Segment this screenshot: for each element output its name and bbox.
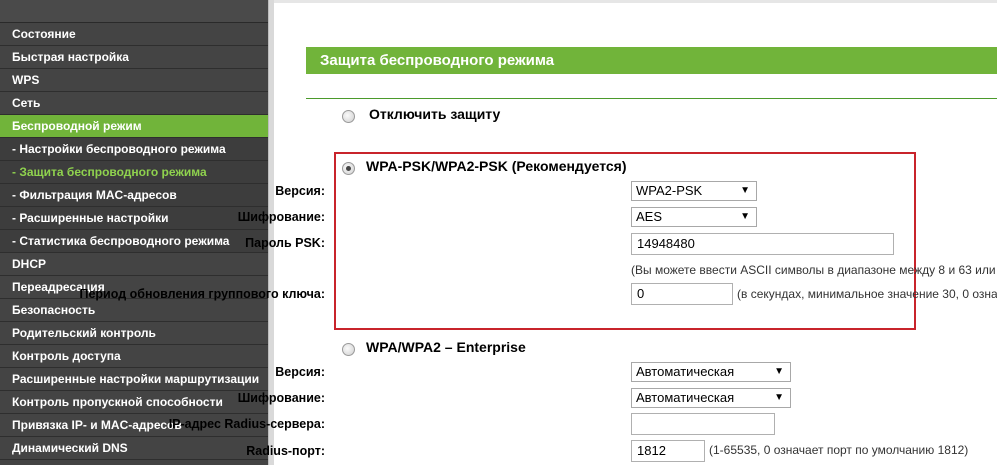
sidebar-item-10[interactable]: DHCP bbox=[0, 253, 268, 276]
sidebar-top-strip bbox=[0, 0, 268, 23]
sidebar-item-3[interactable]: Сеть bbox=[0, 92, 268, 115]
group-key-input[interactable]: 0 bbox=[631, 283, 733, 305]
sidebar-item-12[interactable]: Безопасность bbox=[0, 299, 268, 322]
wpa-psk-version-value: WPA2-PSK bbox=[636, 183, 703, 198]
sidebar-item-6[interactable]: - Защита беспроводного режима bbox=[0, 161, 268, 184]
chevron-down-icon: ▼ bbox=[740, 185, 750, 196]
sidebar-item-15[interactable]: Расширенные настройки маршрутизации bbox=[0, 368, 268, 391]
sidebar-item-18[interactable]: Динамический DNS bbox=[0, 437, 268, 460]
wpa-psk-version-label: Версия: bbox=[275, 184, 325, 198]
sidebar-item-9[interactable]: - Статистика беспроводного режима bbox=[0, 230, 268, 253]
option-label-enterprise: WPA/WPA2 – Enterprise bbox=[366, 339, 526, 355]
enterprise-version-label: Версия: bbox=[275, 365, 325, 379]
radius-port-hint: (1-65535, 0 означает порт по умолчанию 1… bbox=[709, 443, 969, 457]
enterprise-encryption-select[interactable]: Автоматическая ▼ bbox=[631, 388, 791, 408]
option-label-disable: Отключить защиту bbox=[369, 106, 501, 122]
page-title: Защита беспроводного режима bbox=[306, 47, 997, 74]
sidebar-item-0[interactable]: Состояние bbox=[0, 23, 268, 46]
group-key-hint: (в секундах, минимальное значение 30, 0 … bbox=[737, 287, 997, 301]
group-key-label: Период обновления группового ключа: bbox=[79, 287, 325, 301]
radio-wpa-enterprise[interactable] bbox=[342, 343, 355, 356]
enterprise-encryption-value: Автоматическая bbox=[636, 390, 735, 405]
sidebar-item-16[interactable]: Контроль пропускной способности bbox=[0, 391, 268, 414]
radius-ip-input[interactable] bbox=[631, 413, 775, 435]
sidebar-item-5[interactable]: - Настройки беспроводного режима bbox=[0, 138, 268, 161]
chevron-down-icon: ▼ bbox=[774, 392, 784, 403]
sidebar: Состояние Быстрая настройка WPS Сеть Беспров… bbox=[0, 0, 268, 465]
chevron-down-icon: ▼ bbox=[740, 211, 750, 222]
wpa-psk-encryption-select[interactable]: AES ▼ bbox=[631, 207, 757, 227]
wpa-psk-encryption-label: Шифрование: bbox=[237, 210, 325, 224]
sidebar-item-1[interactable]: Быстрая настройка bbox=[0, 46, 268, 69]
psk-password-label: Пароль PSK: bbox=[245, 236, 325, 250]
sidebar-item-4[interactable]: Беспроводной режим bbox=[0, 115, 268, 138]
wpa-psk-version-select[interactable]: WPA2-PSK ▼ bbox=[631, 181, 757, 201]
psk-password-hint: (Вы можете ввести ASCII символы в диапаз… bbox=[631, 263, 996, 277]
radio-wpa-psk[interactable] bbox=[342, 162, 355, 175]
sidebar-item-7[interactable]: - Фильтрация MAC-адресов bbox=[0, 184, 268, 207]
title-divider bbox=[306, 98, 997, 99]
sidebar-item-14[interactable]: Контроль доступа bbox=[0, 345, 268, 368]
radio-disable-security[interactable] bbox=[342, 110, 355, 123]
radius-port-input[interactable]: 1812 bbox=[631, 440, 705, 462]
enterprise-version-select[interactable]: Автоматическая ▼ bbox=[631, 362, 791, 382]
top-border bbox=[274, 0, 997, 3]
psk-password-input[interactable]: 14948480 bbox=[631, 233, 894, 255]
enterprise-encryption-label: Шифрование: bbox=[237, 391, 325, 405]
main-content: Защита беспроводного режима Отключить за… bbox=[79, 0, 997, 465]
radius-ip-label: IP-адрес Radius-сервера: bbox=[168, 417, 325, 431]
radius-port-label: Radius-порт: bbox=[246, 444, 325, 458]
sidebar-nav: Состояние Быстрая настройка WPS Сеть Беспров… bbox=[0, 23, 268, 460]
sidebar-item-2[interactable]: WPS bbox=[0, 69, 268, 92]
chevron-down-icon: ▼ bbox=[774, 366, 784, 377]
wpa-psk-encryption-value: AES bbox=[636, 209, 663, 224]
option-label-wpa-psk: WPA-PSK/WPA2-PSK (Рекомендуется) bbox=[366, 158, 627, 174]
sidebar-item-8[interactable]: - Расширенные настройки bbox=[0, 207, 268, 230]
enterprise-version-value: Автоматическая bbox=[636, 364, 735, 379]
sidebar-item-13[interactable]: Родительский контроль bbox=[0, 322, 268, 345]
